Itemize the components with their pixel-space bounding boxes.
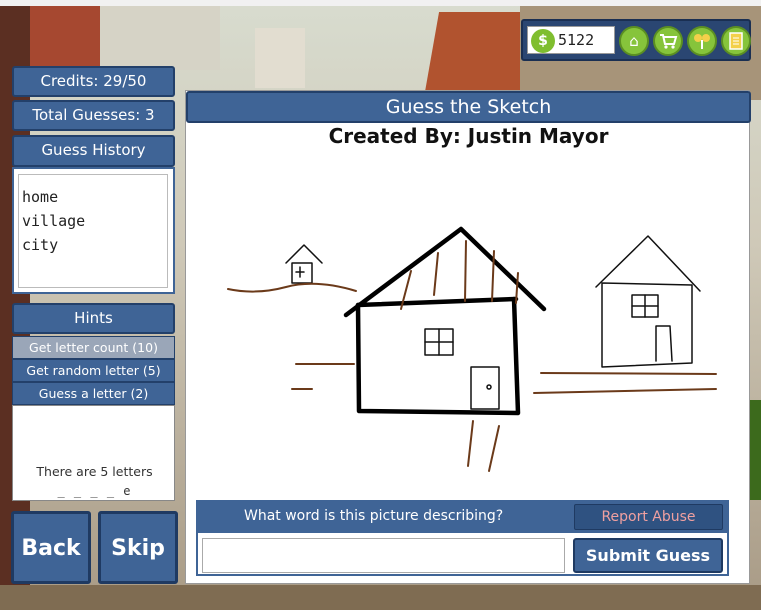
guess-a-letter-button[interactable]: Guess a letter (2): [12, 382, 175, 405]
submit-guess-button[interactable]: Submit Guess: [573, 538, 723, 573]
guess-history-panel: home village city: [12, 167, 175, 294]
sketch-panel-title: Guess the Sketch: [186, 91, 751, 123]
coin-balance: $ 5122: [527, 26, 615, 54]
coin-value: 5122: [558, 31, 595, 49]
total-guesses-counter: Total Guesses: 3: [12, 100, 175, 131]
tree-icon[interactable]: [687, 26, 717, 56]
notepad-icon[interactable]: [721, 26, 751, 56]
get-letter-count-button[interactable]: Get letter count (10): [12, 336, 175, 359]
hints-title: Hints: [12, 303, 175, 334]
history-item: city: [22, 236, 59, 254]
hint-letter-pattern: _ _ _ _ e: [57, 484, 132, 498]
history-item: home: [22, 188, 59, 206]
report-abuse-button[interactable]: Report Abuse: [574, 504, 723, 530]
hint-result-text: There are 5 letters: [36, 464, 153, 479]
sketch-panel: Guess the Sketch Created By: Justin Mayo…: [185, 90, 751, 584]
answer-panel: What word is this picture describing? Re…: [196, 500, 729, 576]
coin-toolbar: $ 5122 ⌂: [521, 19, 751, 61]
skip-button[interactable]: Skip: [98, 511, 178, 584]
cart-icon[interactable]: [653, 26, 683, 56]
guess-input[interactable]: [202, 538, 565, 573]
guess-history-title: Guess History: [12, 135, 175, 167]
back-button[interactable]: Back: [11, 511, 91, 584]
guess-history-list[interactable]: home village city: [18, 174, 168, 288]
home-icon[interactable]: ⌂: [619, 26, 649, 56]
credits-counter: Credits: 29/50: [12, 66, 175, 97]
history-item: village: [22, 212, 86, 230]
hint-result-panel: There are 5 letters _ _ _ _ e: [12, 405, 175, 501]
money-bag-icon: $: [531, 29, 555, 53]
get-random-letter-button[interactable]: Get random letter (5): [12, 359, 175, 382]
sketch-drawing: [227, 226, 717, 472]
creator-label: Created By: Justin Mayor: [328, 124, 609, 148]
